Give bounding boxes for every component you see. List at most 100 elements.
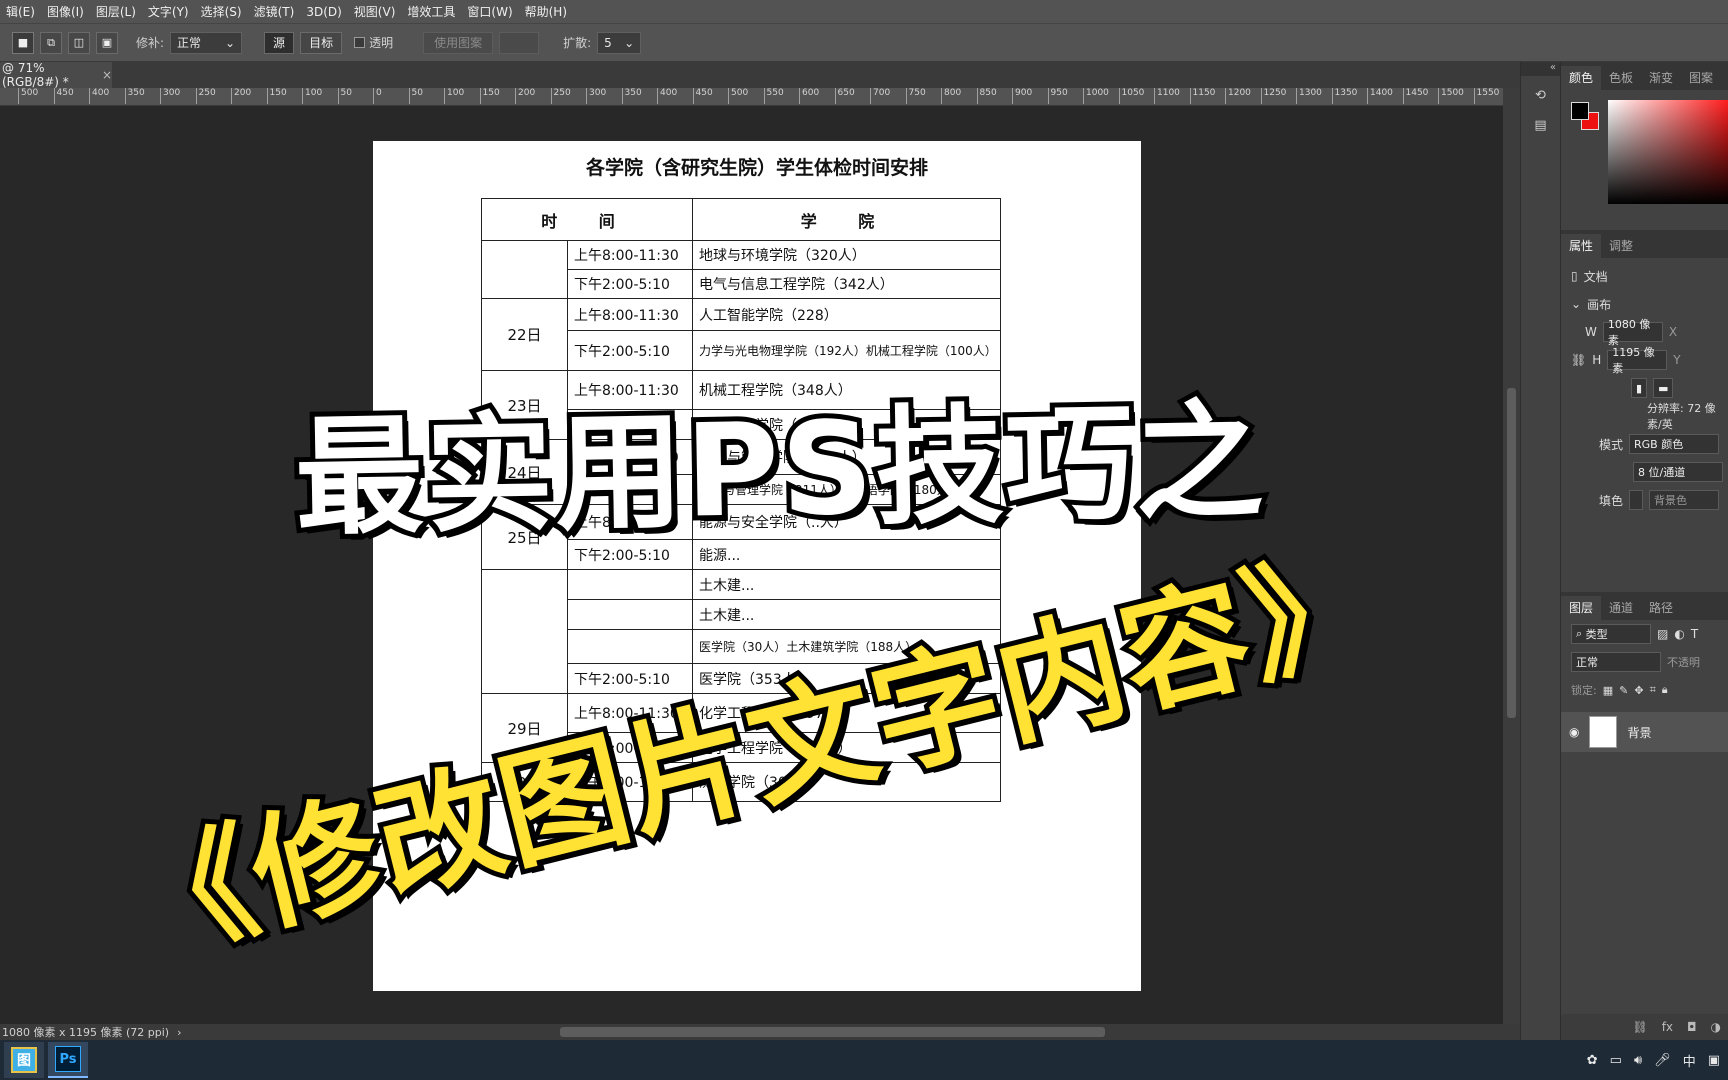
college-cell: 地球与环境学院（320人）: [692, 240, 1001, 270]
layer-thumbnail: [1589, 716, 1618, 748]
mask-icon[interactable]: ◘: [1687, 1020, 1697, 1034]
vertical-scrollbar[interactable]: [1503, 88, 1520, 1024]
ruler-tick: 100: [444, 88, 464, 104]
tab-gradients[interactable]: 渐变: [1641, 66, 1681, 90]
menu-image[interactable]: 图像(I): [41, 3, 90, 20]
options-bar: ■ ⧉ ◫ ▣ 修补: 正常 ⌄ 源 目标 透明 使用图案 扩散: 5 ⌄: [0, 23, 1728, 62]
collapse-panels-icon[interactable]: «: [1521, 62, 1560, 76]
foreground-swatch[interactable]: [1571, 102, 1589, 120]
type-filter-icon[interactable]: T: [1691, 627, 1698, 641]
fill-swatch[interactable]: [1629, 490, 1644, 510]
menu-bar: 辑(E) 图像(I) 图层(L) 文字(Y) 选择(S) 滤镜(T) 3D(D)…: [0, 0, 1728, 23]
link-layers-icon[interactable]: ⛓: [1632, 1020, 1647, 1034]
doc-row: ▯ 文档: [1561, 262, 1728, 290]
ruler-tick: 1300: [1296, 88, 1322, 104]
menu-plugins[interactable]: 增效工具: [401, 3, 461, 20]
network-icon[interactable]: ▭: [1610, 1053, 1622, 1068]
app-tray-icon[interactable]: ▣: [1708, 1053, 1720, 1068]
lock-transparent-icon[interactable]: ▦: [1603, 684, 1613, 697]
adjust-filter-icon[interactable]: ◐: [1674, 627, 1684, 641]
lock-all-icon[interactable]: 🔒︎: [1662, 683, 1668, 697]
tab-properties[interactable]: 属性: [1561, 234, 1602, 258]
subtract-selection-icon[interactable]: ◫: [68, 31, 90, 54]
document-tab-title: @ 71%(RGB/8#) *: [2, 61, 69, 89]
menu-view[interactable]: 视图(V): [348, 3, 402, 20]
taskbar-app-image[interactable]: 图: [4, 1042, 44, 1078]
blend-mode-dropdown[interactable]: 正常: [1571, 652, 1661, 672]
menu-layer[interactable]: 图层(L): [90, 3, 142, 20]
close-icon[interactable]: ×: [102, 68, 112, 82]
menu-3d[interactable]: 3D(D): [300, 5, 347, 19]
tab-paths[interactable]: 路径: [1641, 596, 1681, 620]
lock-move-icon[interactable]: ✥: [1634, 684, 1643, 697]
ime-indicator[interactable]: 中: [1683, 1051, 1696, 1070]
tab-channels[interactable]: 通道: [1601, 596, 1641, 620]
microphone-icon[interactable]: 🎤︎: [1654, 1053, 1671, 1068]
history-icon[interactable]: ⟲: [1530, 84, 1552, 106]
tab-adjustments[interactable]: 调整: [1601, 234, 1641, 258]
source-button[interactable]: 源: [264, 31, 295, 54]
layer-background[interactable]: ◉ 背景: [1561, 712, 1728, 752]
menu-edit[interactable]: 辑(E): [0, 3, 41, 20]
scroll-thumb[interactable]: [1507, 388, 1516, 718]
horizontal-scroll-thumb[interactable]: [560, 1027, 1105, 1037]
use-pattern-button[interactable]: 使用图案: [423, 31, 494, 54]
tab-color[interactable]: 颜色: [1561, 66, 1602, 90]
document-size-status: 1080 像素 x 1195 像素 (72 ppi): [2, 1026, 170, 1039]
tab-layers[interactable]: 图层: [1561, 596, 1602, 620]
lock-paint-icon[interactable]: ✎: [1619, 684, 1628, 697]
ruler-tick: 900: [1012, 88, 1032, 104]
ruler-tick: 250: [195, 88, 216, 104]
menu-window[interactable]: 窗口(W): [461, 3, 518, 20]
document-tab[interactable]: @ 71%(RGB/8#) * ×: [0, 61, 112, 89]
canvas-workspace[interactable]: 各学院（含研究生院）学生体检时间安排 时 间 学 院 上午8:00-11:30 地…: [0, 106, 1503, 1024]
intersect-selection-icon[interactable]: ▣: [96, 31, 118, 54]
flower-icon[interactable]: ✿: [1587, 1053, 1598, 1068]
volume-icon[interactable]: 🔊︎: [1634, 1053, 1642, 1068]
menu-filter[interactable]: 滤镜(T): [248, 3, 301, 20]
opacity-label: 不透明: [1667, 656, 1700, 669]
time-cell: 下午2:00-5:10: [567, 330, 693, 371]
ruler-tick: 50: [408, 88, 423, 104]
adjustment-layer-icon[interactable]: ◑: [1711, 1020, 1721, 1034]
diffusion-dropdown[interactable]: 5 ⌄: [597, 31, 642, 54]
height-field[interactable]: 1195 像素: [1607, 346, 1668, 375]
landscape-icon[interactable]: ▬: [1653, 378, 1674, 398]
target-button[interactable]: 目标: [300, 31, 343, 54]
tab-swatches[interactable]: 色板: [1601, 66, 1641, 90]
time-cell: [567, 599, 693, 630]
properties-tabs: 属性 调整: [1561, 230, 1728, 258]
taskbar-app-photoshop[interactable]: Ps: [48, 1042, 88, 1078]
comment-icon[interactable]: ▤: [1530, 114, 1552, 136]
fill-dropdown[interactable]: 背景色: [1649, 490, 1720, 510]
day-cell: 22日: [481, 298, 568, 371]
blend-row: 正常 不透明: [1561, 648, 1728, 676]
portrait-icon[interactable]: ▮: [1631, 378, 1648, 398]
status-arrow-icon[interactable]: ›: [177, 1026, 181, 1039]
ruler-tick: 500: [18, 88, 38, 104]
lock-artboard-icon[interactable]: ⌗: [1650, 683, 1656, 697]
ruler-tick: 550: [763, 88, 784, 104]
image-filter-icon[interactable]: ▨: [1657, 627, 1668, 641]
layer-filter-dropdown[interactable]: ⌕ 类型: [1571, 624, 1651, 644]
menu-select[interactable]: 选择(S): [195, 3, 248, 20]
repair-mode-dropdown[interactable]: 正常 ⌄: [170, 31, 243, 54]
width-field[interactable]: 1080 像素: [1602, 318, 1663, 347]
eye-icon[interactable]: ◉: [1569, 725, 1579, 739]
link-icon[interactable]: ⛓: [1571, 353, 1586, 367]
fill-label: 填色: [1599, 493, 1624, 508]
new-selection-icon[interactable]: ■: [12, 31, 34, 54]
add-selection-icon[interactable]: ⧉: [40, 31, 62, 54]
fx-icon[interactable]: fx: [1662, 1020, 1673, 1034]
menu-help[interactable]: 帮助(H): [519, 3, 573, 20]
canvas-row[interactable]: ⌄ 画布: [1561, 290, 1728, 318]
depth-dropdown[interactable]: 8 位/通道: [1633, 462, 1723, 482]
transparent-checkbox[interactable]: 透明: [354, 34, 393, 51]
mode-dropdown[interactable]: RGB 颜色: [1629, 434, 1720, 454]
tab-patterns[interactable]: 图案: [1681, 66, 1721, 90]
pattern-picker[interactable]: [499, 31, 540, 54]
color-picker-field[interactable]: [1608, 100, 1728, 204]
college-cell: 电气与信息工程学院（342人）: [692, 269, 1001, 299]
header-time: 时 间: [481, 198, 693, 241]
menu-type[interactable]: 文字(Y): [142, 3, 195, 20]
